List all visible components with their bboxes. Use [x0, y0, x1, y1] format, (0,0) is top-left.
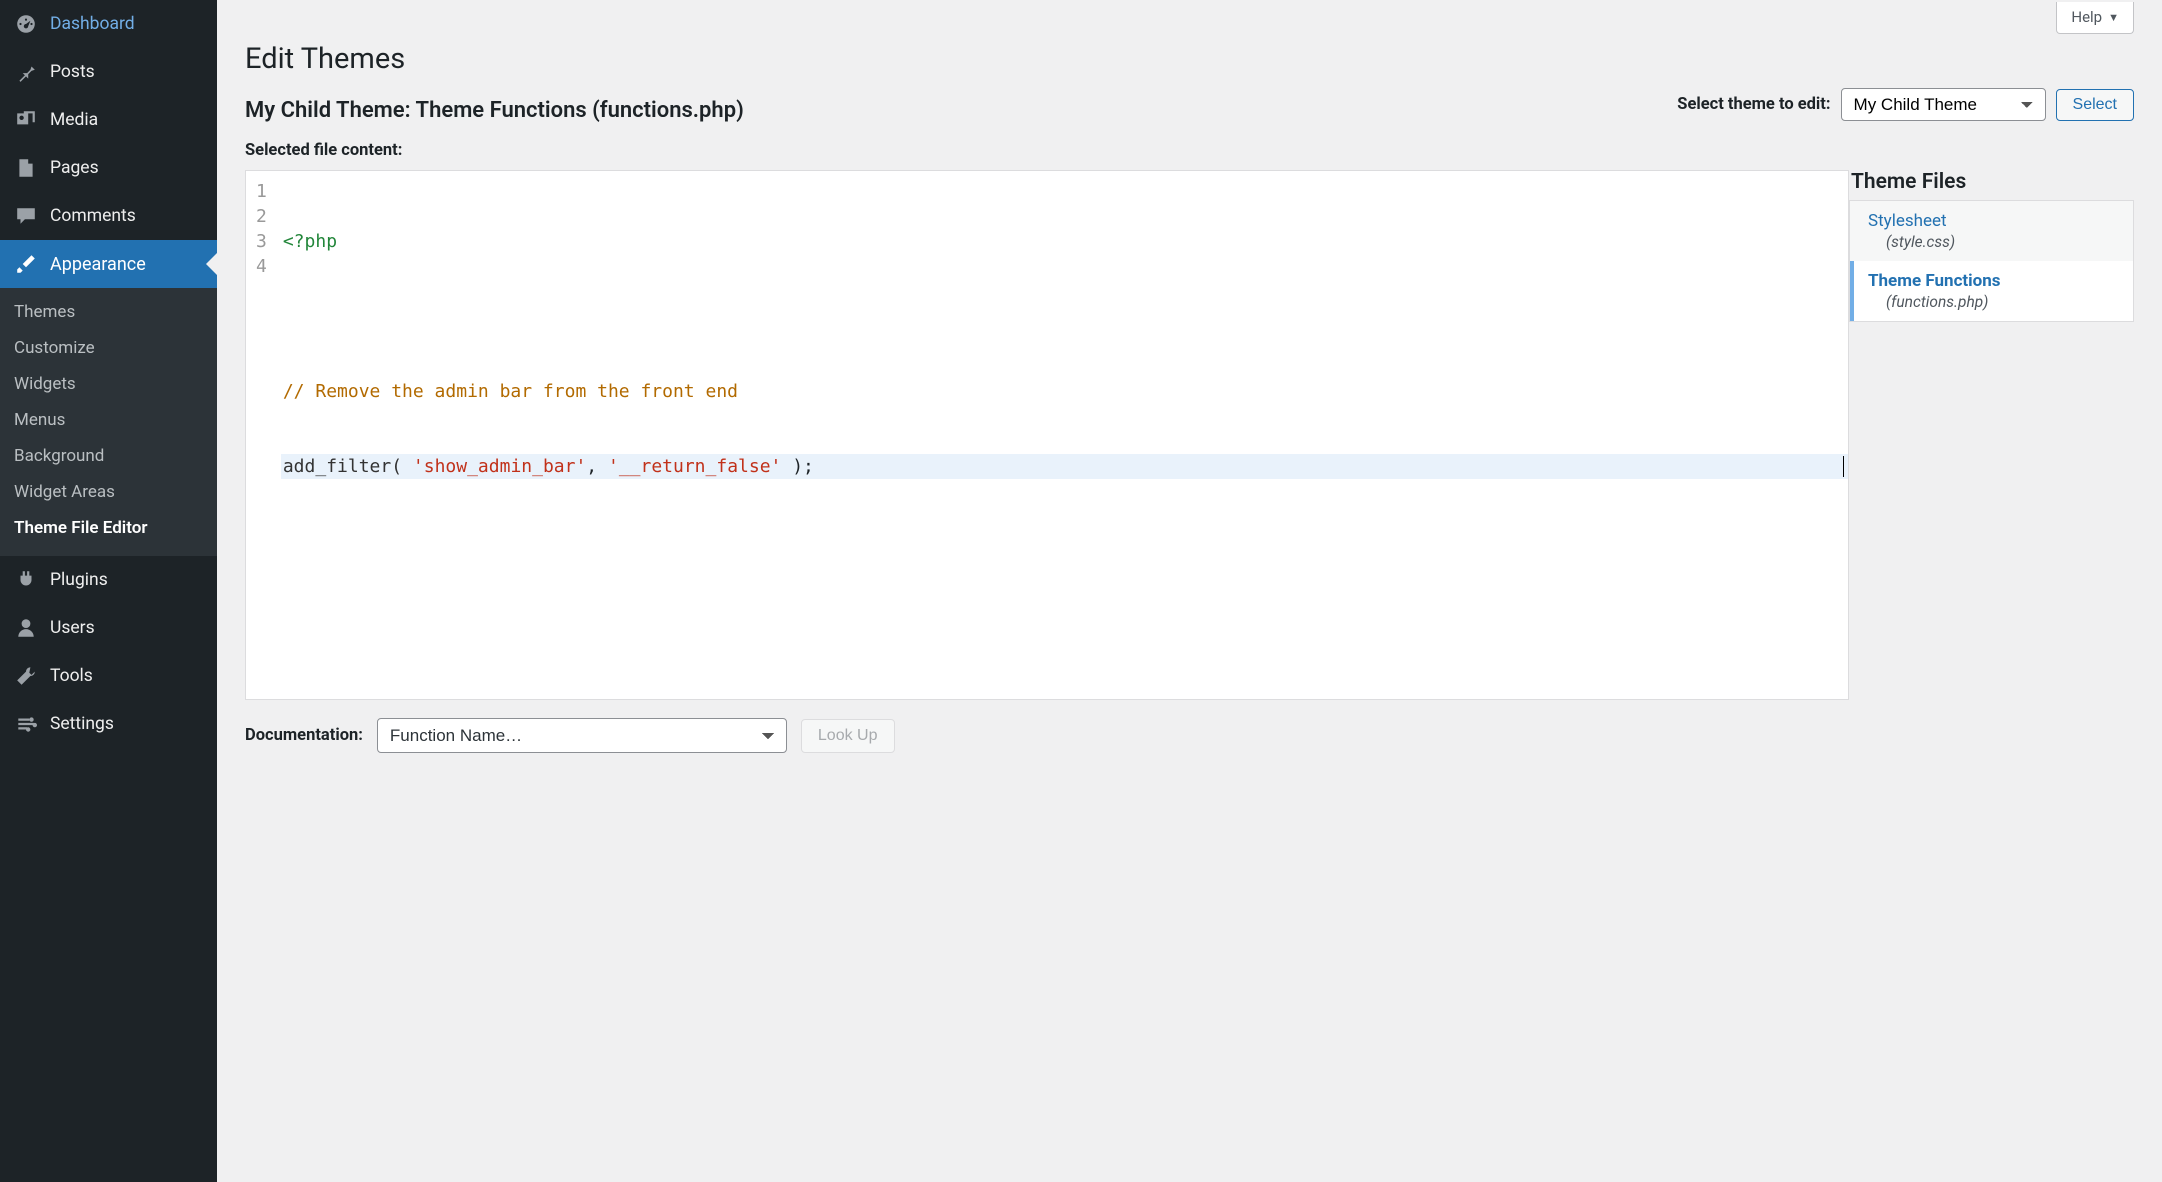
select-button[interactable]: Select — [2056, 89, 2134, 121]
sidebar-label: Tools — [50, 666, 93, 686]
sidebar-item-dashboard[interactable]: Dashboard — [0, 0, 217, 48]
sidebar-sub-menus[interactable]: Menus — [0, 402, 217, 438]
sidebar-label: Users — [50, 618, 95, 638]
documentation-label: Documentation: — [245, 726, 363, 745]
page-title: Edit Themes — [245, 42, 2134, 76]
sidebar-item-tools[interactable]: Tools — [0, 652, 217, 700]
sidebar-label: Appearance — [50, 254, 146, 275]
chevron-down-icon: ▼ — [2108, 11, 2119, 24]
user-icon — [14, 616, 38, 640]
file-name: (style.css) — [1886, 233, 2119, 251]
code-area[interactable]: <?php // Remove the admin bar from the f… — [275, 171, 1848, 699]
appearance-submenu: Themes Customize Widgets Menus Backgroun… — [0, 288, 217, 556]
main-content: Help ▼ Edit Themes Select theme to edit:… — [217, 0, 2162, 1182]
code-editor[interactable]: 1 2 3 4 <?php // Remove the admin bar fr… — [245, 170, 1849, 700]
chat-icon — [14, 204, 38, 228]
sidebar-label: Dashboard — [50, 14, 135, 34]
sidebar-label: Posts — [50, 62, 95, 82]
sidebar-sub-widgets[interactable]: Widgets — [0, 366, 217, 402]
sidebar-item-plugins[interactable]: Plugins — [0, 556, 217, 604]
sidebar-item-posts[interactable]: Posts — [0, 48, 217, 96]
sidebar-item-media[interactable]: Media — [0, 96, 217, 144]
sidebar-item-settings[interactable]: Settings — [0, 700, 217, 748]
sidebar-sub-customize[interactable]: Customize — [0, 330, 217, 366]
pin-icon — [14, 60, 38, 84]
sidebar-label: Plugins — [50, 570, 108, 590]
plug-icon — [14, 568, 38, 592]
theme-select-row: Select theme to edit: My Child Theme Sel… — [1677, 88, 2134, 121]
sidebar-item-users[interactable]: Users — [0, 604, 217, 652]
wrench-icon — [14, 664, 38, 688]
sidebar-sub-background[interactable]: Background — [0, 438, 217, 474]
pages-icon — [14, 156, 38, 180]
sidebar-sub-theme-file-editor[interactable]: Theme File Editor — [0, 510, 217, 546]
gauge-icon — [14, 12, 38, 36]
theme-select[interactable]: My Child Theme — [1841, 88, 2046, 121]
sidebar-label: Pages — [50, 158, 99, 178]
theme-file-functions[interactable]: Theme Functions (functions.php) — [1850, 261, 2133, 321]
sidebar-sub-widget-areas[interactable]: Widget Areas — [0, 474, 217, 510]
sidebar-item-appearance[interactable]: Appearance — [0, 240, 217, 288]
documentation-select[interactable]: Function Name… — [377, 718, 787, 753]
sliders-icon — [14, 712, 38, 736]
file-link[interactable]: Theme Functions — [1868, 271, 2001, 291]
file-link[interactable]: Stylesheet — [1868, 211, 1947, 231]
help-tab[interactable]: Help ▼ — [2056, 2, 2134, 34]
help-label: Help — [2071, 8, 2102, 26]
sidebar-sub-themes[interactable]: Themes — [0, 294, 217, 330]
brush-icon — [14, 252, 38, 276]
theme-select-label: Select theme to edit: — [1677, 95, 1830, 114]
line-gutter: 1 2 3 4 — [246, 171, 275, 699]
sidebar-label: Settings — [50, 714, 114, 734]
documentation-row: Documentation: Function Name… Look Up — [245, 718, 2134, 753]
sidebar-item-pages[interactable]: Pages — [0, 144, 217, 192]
theme-files-panel: Theme Files Stylesheet (style.css) Theme… — [1849, 170, 2134, 700]
lookup-button[interactable]: Look Up — [801, 719, 895, 753]
theme-file-stylesheet[interactable]: Stylesheet (style.css) — [1850, 201, 2133, 261]
media-icon — [14, 108, 38, 132]
sidebar-label: Comments — [50, 206, 136, 226]
selected-file-label: Selected file content: — [245, 141, 2134, 160]
admin-sidebar: Dashboard Posts Media Pages Comments App… — [0, 0, 217, 1182]
sidebar-item-comments[interactable]: Comments — [0, 192, 217, 240]
file-name: (functions.php) — [1886, 293, 2119, 311]
sidebar-label: Media — [50, 110, 98, 130]
theme-files-title: Theme Files — [1849, 170, 2134, 200]
